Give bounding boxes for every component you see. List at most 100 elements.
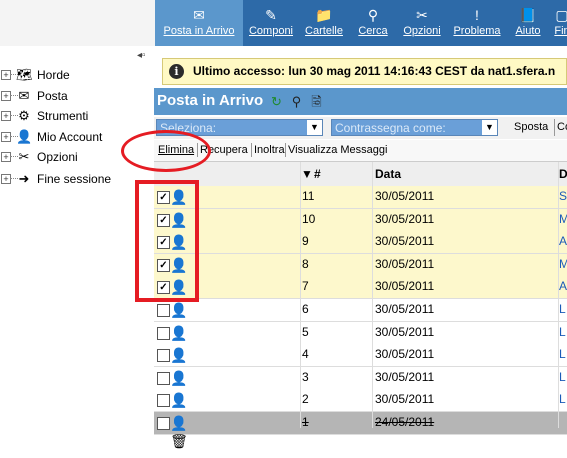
message-date: 30/05/2011	[375, 189, 435, 203]
message-row[interactable]: 👤 4 30/05/2011 L	[154, 344, 567, 368]
message-row[interactable]: ✓ 👤 7 30/05/2011 A	[154, 276, 567, 300]
toolbar-item-cartelle[interactable]: 📁 Cartelle	[299, 0, 349, 46]
sidebar-item-label: Fine sessione	[37, 172, 112, 186]
toolbar-item-label: Opzioni	[403, 25, 441, 37]
message-row[interactable]: 👤🗑 1 24/05/2011	[154, 412, 567, 449]
sender-icon: 👤	[170, 324, 188, 341]
sidebar-collapse-icon[interactable]: ◂▫	[137, 50, 150, 62]
sidebar-item-strumenti[interactable]: + ⚙ Strumenti	[0, 107, 150, 125]
message-from[interactable]: L	[559, 392, 566, 406]
message-from[interactable]: A	[559, 279, 567, 293]
message-date: 30/05/2011	[375, 256, 435, 271]
sidebar-item-fine-sessione[interactable]: + ➜ Fine sessione	[0, 170, 150, 188]
annotation-red-box	[135, 180, 199, 302]
message-number: 11	[302, 189, 315, 203]
warning-icon: !	[475, 7, 479, 23]
message-date: 30/05/2011	[375, 302, 435, 316]
message-from[interactable]: M	[559, 212, 567, 226]
message-number: 8	[302, 256, 309, 271]
message-number: 9	[302, 234, 309, 249]
expand-icon[interactable]: +	[1, 152, 11, 162]
toolbar-item-fin[interactable]: ▢ Fin	[552, 0, 567, 46]
filter-icon[interactable]: 🗟	[308, 93, 325, 110]
message-date: 30/05/2011	[375, 324, 435, 339]
action-inoltra[interactable]: Inoltra	[254, 144, 285, 156]
toolbar-item-problema[interactable]: ! Problema	[449, 0, 505, 46]
checkbox[interactable]	[157, 371, 170, 385]
message-date: 30/05/2011	[375, 369, 435, 384]
column-header-number[interactable]: #	[314, 162, 321, 186]
expand-icon[interactable]: +	[1, 174, 11, 184]
expand-icon[interactable]: +	[1, 132, 11, 142]
message-number: 3	[302, 369, 309, 384]
expand-icon[interactable]: +	[1, 91, 11, 101]
help-book-icon: 📘	[519, 7, 537, 23]
message-from[interactable]: L	[559, 370, 566, 384]
sender-icon: 👤	[170, 369, 188, 386]
message-row[interactable]: ✓ 👤 10 30/05/2011 M	[154, 208, 567, 232]
exit-icon: ▢	[555, 7, 567, 23]
toolbar-item-opzioni[interactable]: ✂ Opzioni	[397, 0, 447, 46]
message-row[interactable]: ✓ 👤 11 30/05/2011 S	[154, 186, 567, 209]
toolbar-item-label: Cerca	[358, 25, 388, 37]
move-button[interactable]: Sposta	[514, 121, 548, 133]
sidebar-item-horde[interactable]: + 🗺 Horde	[0, 66, 150, 84]
message-row[interactable]: 👤 3 30/05/2011 L	[154, 366, 567, 390]
tools-icon: ✂	[416, 7, 428, 23]
checkbox[interactable]	[157, 326, 170, 340]
message-from[interactable]: M	[559, 257, 567, 271]
checkbox[interactable]	[157, 349, 170, 363]
toolbar-item-componi[interactable]: ✎ Componi	[245, 0, 297, 46]
expand-icon[interactable]: +	[1, 70, 11, 80]
message-row[interactable]: 👤 5 30/05/2011 L	[154, 321, 567, 345]
message-row[interactable]: ✓ 👤 8 30/05/2011 M	[154, 253, 567, 277]
toolbar-item-aiuto[interactable]: 📘 Aiuto	[507, 0, 549, 46]
search-icon: ⚲	[367, 7, 379, 23]
expand-icon[interactable]: +	[1, 111, 11, 121]
message-date: 30/05/2011	[375, 234, 435, 249]
sort-desc-icon[interactable]: ▼	[301, 162, 313, 186]
message-from[interactable]: A	[559, 234, 567, 248]
column-divider	[300, 162, 301, 428]
checkbox[interactable]	[157, 304, 170, 317]
message-from[interactable]: S	[559, 189, 567, 203]
toolbar-item-label: Cartelle	[305, 25, 343, 37]
message-row[interactable]: 👤 6 30/05/2011 L	[154, 299, 567, 322]
message-date: 30/05/2011	[375, 347, 435, 362]
user-icon: 👤	[16, 129, 33, 144]
toolbar-item-cerca[interactable]: ⚲ Cerca	[351, 0, 395, 46]
sender-icon: 👤	[170, 302, 188, 318]
mark-as-dropdown-value: Contrassegna come:	[335, 121, 446, 135]
message-date: 30/05/2011	[375, 279, 435, 294]
chevron-down-icon[interactable]: ▼	[482, 120, 497, 135]
logout-icon: ➜	[18, 171, 30, 186]
sidebar: + 🗺 Horde + ✉ Posta + ⚙ Strumenti + 👤 Mio Account + ✂…	[0, 46, 152, 458]
column-header-date[interactable]: Data	[375, 162, 401, 186]
message-from[interactable]: L	[559, 325, 566, 339]
message-table-header: ▼ # Data D	[154, 162, 567, 187]
main-toolbar: ✉ Posta in Arrivo ✎ Componi 📁 Cartelle ⚲ Cerca ✂…	[155, 0, 567, 46]
column-header-from[interactable]: D	[559, 162, 567, 186]
checkbox[interactable]	[157, 394, 170, 408]
message-row[interactable]: 👤 2 30/05/2011 L	[154, 389, 567, 413]
last-login-text: Ultimo accesso: lun 30 mag 2011 14:16:43…	[193, 64, 556, 78]
gear-icon: ⚙	[18, 108, 30, 123]
message-from[interactable]: L	[559, 347, 566, 361]
checkbox[interactable]	[157, 417, 170, 430]
message-actions: Elimina Recupera Inoltra Visualizza Messagg…	[154, 140, 567, 162]
mark-as-dropdown[interactable]: Contrassegna come: ▼	[331, 119, 498, 136]
refresh-icon[interactable]: ↻	[268, 93, 285, 110]
copy-button[interactable]: Co	[554, 119, 567, 136]
message-date: 30/05/2011	[375, 211, 435, 226]
action-visualizza-messaggi[interactable]: Visualizza Messaggi	[288, 144, 387, 156]
chevron-down-icon[interactable]: ▼	[307, 120, 322, 135]
toolbar-item-posta-in-arrivo[interactable]: ✉ Posta in Arrivo	[155, 0, 243, 46]
search-icon[interactable]: ⚲	[288, 93, 305, 110]
compose-icon: ✎	[265, 7, 277, 23]
message-row[interactable]: ✓ 👤 9 30/05/2011 A	[154, 231, 567, 255]
sender-icon: 👤	[170, 347, 188, 364]
message-number: 1	[302, 415, 309, 429]
message-from[interactable]: L	[559, 302, 566, 316]
selection-row: Seleziona: ▼ Contrassegna come: ▼ Sposta…	[154, 117, 567, 139]
sidebar-item-posta[interactable]: + ✉ Posta	[0, 87, 150, 105]
